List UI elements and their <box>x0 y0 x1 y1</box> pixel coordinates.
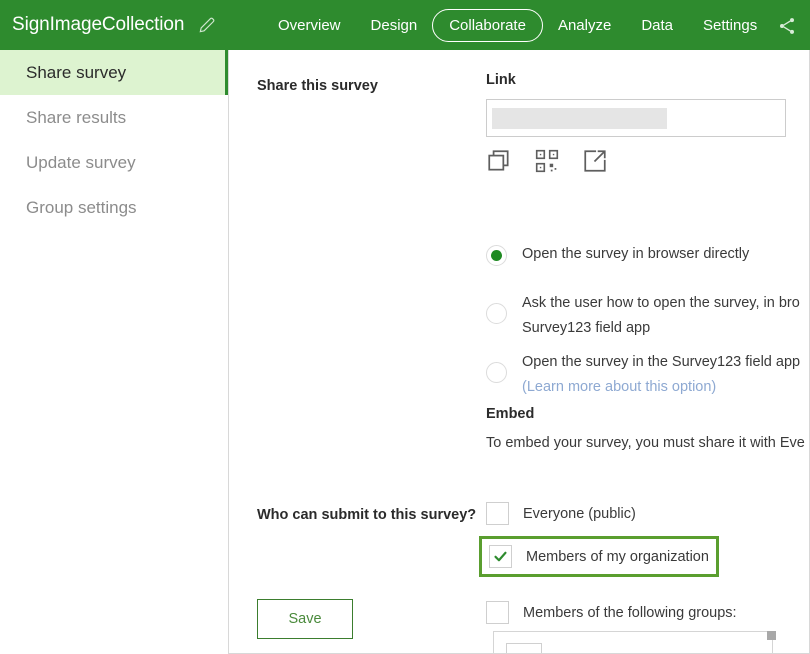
link-block: Link <box>486 72 809 174</box>
open-external-icon[interactable] <box>582 148 608 174</box>
embed-title: Embed <box>486 406 535 422</box>
open-option-ask-radio[interactable] <box>486 303 507 324</box>
submit-option-groups-label: Members of the following groups: <box>523 604 737 621</box>
tab-overview[interactable]: Overview <box>263 10 356 41</box>
qr-code-icon[interactable] <box>534 148 560 174</box>
submit-option-groups-checkbox[interactable] <box>486 601 509 624</box>
tab-analyze[interactable]: Analyze <box>543 10 626 41</box>
submit-option-organization-label: Members of my organization <box>526 548 709 565</box>
submit-section-label: Who can submit to this survey? <box>257 507 477 523</box>
submit-option-everyone-label: Everyone (public) <box>523 505 636 522</box>
open-option-browser-row[interactable]: Open the survey in browser directly <box>486 244 809 266</box>
link-input[interactable] <box>486 99 786 137</box>
learn-more-link[interactable]: (Learn more about this option) <box>522 375 800 400</box>
page-title: SignImageCollection <box>12 14 185 35</box>
open-option-fieldapp-row[interactable]: Open the survey in the Survey123 field a… <box>486 350 809 400</box>
share-icon[interactable] <box>774 13 800 39</box>
sidebar: Share survey Share results Update survey… <box>0 50 229 654</box>
submit-option-everyone-checkbox[interactable] <box>486 502 509 525</box>
sidebar-item-update-survey[interactable]: Update survey <box>0 140 228 185</box>
submit-option-organization-row[interactable]: Members of my organization <box>479 536 719 577</box>
open-option-fieldapp-label: Open the survey in the Survey123 field a… <box>522 354 801 370</box>
sidebar-item-share-survey[interactable]: Share survey <box>0 50 228 95</box>
open-option-fieldapp-radio[interactable] <box>486 362 507 383</box>
submit-option-everyone-row[interactable]: Everyone (public) <box>486 502 636 525</box>
groups-list-box[interactable] <box>493 631 773 654</box>
sidebar-item-group-settings[interactable]: Group settings <box>0 185 228 230</box>
embed-description: To embed your survey, you must share it … <box>486 435 805 451</box>
app-header: SignImageCollection Overview Design Coll… <box>0 0 810 50</box>
link-actions <box>486 148 809 174</box>
tab-data[interactable]: Data <box>626 10 688 41</box>
redacted-link-value <box>492 107 667 129</box>
main-nav: Overview Design Collaborate Analyze Data… <box>263 0 772 50</box>
tab-collaborate[interactable]: Collaborate <box>432 8 543 42</box>
open-option-browser-label: Open the survey in browser directly <box>522 246 750 262</box>
copy-icon[interactable] <box>486 148 512 174</box>
sidebar-item-share-results[interactable]: Share results <box>0 95 228 140</box>
open-option-browser-radio[interactable] <box>486 245 507 266</box>
submit-option-organization-checkbox[interactable] <box>489 545 512 568</box>
open-option-ask-label-line2: Survey123 field app <box>522 320 651 336</box>
main-content: Share this survey Link Open the survey i… <box>229 50 810 654</box>
open-option-ask-label-line1: Ask the user how to open the survey, in … <box>522 295 800 311</box>
open-option-ask-row[interactable]: Ask the user how to open the survey, in … <box>486 291 809 341</box>
link-title: Link <box>486 72 516 88</box>
tab-design[interactable]: Design <box>356 10 433 41</box>
tab-settings[interactable]: Settings <box>688 10 772 41</box>
page-body: Share survey Share results Update survey… <box>0 50 810 654</box>
pencil-icon[interactable] <box>196 14 218 36</box>
share-survey-section-label: Share this survey <box>257 78 378 94</box>
submit-option-groups-row[interactable]: Members of the following groups: <box>486 601 737 624</box>
save-button[interactable]: Save <box>257 599 353 639</box>
groups-list-scrollbar[interactable] <box>767 631 776 640</box>
embed-block: Embed To embed your survey, you must sha… <box>486 406 805 451</box>
